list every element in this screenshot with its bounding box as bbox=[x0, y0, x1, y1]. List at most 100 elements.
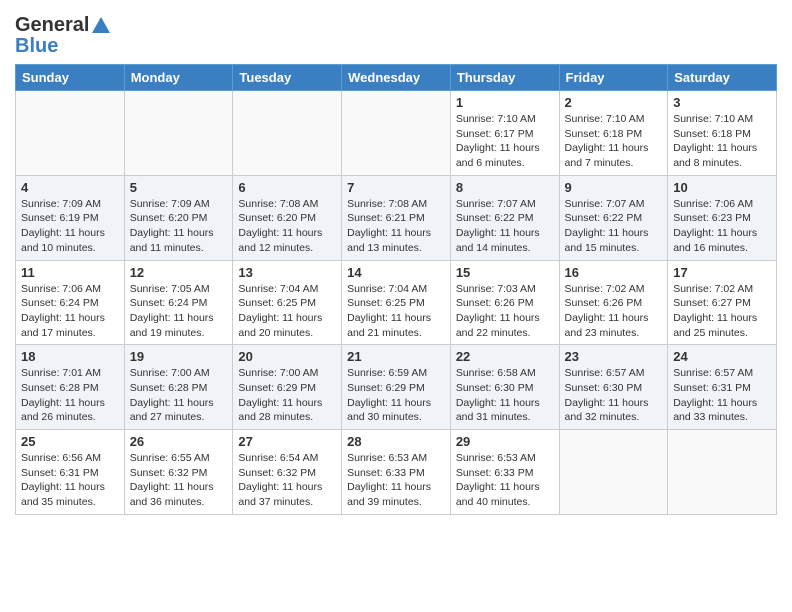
calendar-table: SundayMondayTuesdayWednesdayThursdayFrid… bbox=[15, 64, 777, 515]
day-cell: 16 Sunrise: 7:02 AM Sunset: 6:26 PM Dayli… bbox=[559, 260, 668, 345]
day-info: Sunrise: 6:56 AM Sunset: 6:31 PM Dayligh… bbox=[21, 451, 119, 510]
day-cell bbox=[342, 91, 451, 176]
day-cell: 3Sunrise: 7:10 AM Sunset: 6:18 PM Daylig… bbox=[668, 91, 777, 176]
day-cell bbox=[668, 430, 777, 515]
day-info: Sunrise: 6:53 AM Sunset: 6:33 PM Dayligh… bbox=[456, 451, 554, 510]
day-info: Sunrise: 7:00 AM Sunset: 6:28 PM Dayligh… bbox=[130, 366, 228, 425]
day-info: Sunrise: 7:02 AM Sunset: 6:26 PM Dayligh… bbox=[565, 282, 663, 341]
day-number: 21 bbox=[347, 349, 445, 364]
day-number: 28 bbox=[347, 434, 445, 449]
day-cell bbox=[559, 430, 668, 515]
day-cell: 17 Sunrise: 7:02 AM Sunset: 6:27 PM Dayli… bbox=[668, 260, 777, 345]
day-number: 5 bbox=[130, 180, 228, 195]
day-number: 17 bbox=[673, 265, 771, 280]
day-number: 12 bbox=[130, 265, 228, 280]
day-info: Sunrise: 6:54 AM Sunset: 6:32 PM Dayligh… bbox=[238, 451, 336, 510]
day-cell: 20 Sunrise: 7:00 AM Sunset: 6:29 PM Dayli… bbox=[233, 345, 342, 430]
day-info: Sunrise: 7:02 AM Sunset: 6:27 PM Dayligh… bbox=[673, 282, 771, 341]
day-info: Sunrise: 7:05 AM Sunset: 6:24 PM Dayligh… bbox=[130, 282, 228, 341]
day-info: Sunrise: 7:08 AM Sunset: 6:21 PM Dayligh… bbox=[347, 197, 445, 256]
day-number: 15 bbox=[456, 265, 554, 280]
week-row-5: 25 Sunrise: 6:56 AM Sunset: 6:31 PM Dayli… bbox=[16, 430, 777, 515]
day-cell: 15 Sunrise: 7:03 AM Sunset: 6:26 PM Dayli… bbox=[450, 260, 559, 345]
day-cell: 2 Sunrise: 7:10 AM Sunset: 6:18 PM Daylig… bbox=[559, 91, 668, 176]
day-number: 2 bbox=[565, 95, 663, 110]
day-number: 14 bbox=[347, 265, 445, 280]
weekday-header-friday: Friday bbox=[559, 65, 668, 91]
logo-text: General bbox=[15, 14, 112, 37]
logo-content: General Blue bbox=[15, 14, 112, 58]
day-cell: 12 Sunrise: 7:05 AM Sunset: 6:24 PM Dayli… bbox=[124, 260, 233, 345]
day-number: 20 bbox=[238, 349, 336, 364]
day-cell: 21Sunrise: 6:59 AM Sunset: 6:29 PM Dayli… bbox=[342, 345, 451, 430]
day-cell: 26 Sunrise: 6:55 AM Sunset: 6:32 PM Dayli… bbox=[124, 430, 233, 515]
day-info: Sunrise: 7:07 AM Sunset: 6:22 PM Dayligh… bbox=[456, 197, 554, 256]
day-number: 24 bbox=[673, 349, 771, 364]
day-cell: 22Sunrise: 6:58 AM Sunset: 6:30 PM Dayli… bbox=[450, 345, 559, 430]
day-info: Sunrise: 7:00 AM Sunset: 6:29 PM Dayligh… bbox=[238, 366, 336, 425]
day-number: 26 bbox=[130, 434, 228, 449]
day-info: Sunrise: 7:06 AM Sunset: 6:24 PM Dayligh… bbox=[21, 282, 119, 341]
day-number: 19 bbox=[130, 349, 228, 364]
week-row-2: 4 Sunrise: 7:09 AM Sunset: 6:19 PM Daylig… bbox=[16, 175, 777, 260]
week-row-3: 11 Sunrise: 7:06 AM Sunset: 6:24 PM Dayli… bbox=[16, 260, 777, 345]
day-cell: 25 Sunrise: 6:56 AM Sunset: 6:31 PM Dayli… bbox=[16, 430, 125, 515]
day-cell: 6 Sunrise: 7:08 AM Sunset: 6:20 PM Daylig… bbox=[233, 175, 342, 260]
day-cell: 23 Sunrise: 6:57 AM Sunset: 6:30 PM Dayli… bbox=[559, 345, 668, 430]
day-cell: 18Sunrise: 7:01 AM Sunset: 6:28 PM Dayli… bbox=[16, 345, 125, 430]
page-container: General Blue SundayMondayTuesdayWednesda… bbox=[0, 0, 792, 525]
day-cell: 9 Sunrise: 7:07 AM Sunset: 6:22 PM Daylig… bbox=[559, 175, 668, 260]
day-cell: 10Sunrise: 7:06 AM Sunset: 6:23 PM Dayli… bbox=[668, 175, 777, 260]
day-info: Sunrise: 7:04 AM Sunset: 6:25 PM Dayligh… bbox=[238, 282, 336, 341]
day-number: 1 bbox=[456, 95, 554, 110]
day-cell bbox=[233, 91, 342, 176]
day-number: 9 bbox=[565, 180, 663, 195]
day-info: Sunrise: 7:07 AM Sunset: 6:22 PM Dayligh… bbox=[565, 197, 663, 256]
weekday-header-tuesday: Tuesday bbox=[233, 65, 342, 91]
day-cell: 8 Sunrise: 7:07 AM Sunset: 6:22 PM Daylig… bbox=[450, 175, 559, 260]
day-cell: 24 Sunrise: 6:57 AM Sunset: 6:31 PM Dayli… bbox=[668, 345, 777, 430]
day-info: Sunrise: 7:03 AM Sunset: 6:26 PM Dayligh… bbox=[456, 282, 554, 341]
logo: General Blue bbox=[15, 14, 112, 58]
day-number: 4 bbox=[21, 180, 119, 195]
day-info: Sunrise: 7:01 AM Sunset: 6:28 PM Dayligh… bbox=[21, 366, 119, 425]
day-info: Sunrise: 7:09 AM Sunset: 6:19 PM Dayligh… bbox=[21, 197, 119, 256]
week-row-1: 1 Sunrise: 7:10 AM Sunset: 6:17 PM Daylig… bbox=[16, 91, 777, 176]
day-number: 23 bbox=[565, 349, 663, 364]
day-cell: 7 Sunrise: 7:08 AM Sunset: 6:21 PM Daylig… bbox=[342, 175, 451, 260]
day-info: Sunrise: 6:55 AM Sunset: 6:32 PM Dayligh… bbox=[130, 451, 228, 510]
day-cell: 27 Sunrise: 6:54 AM Sunset: 6:32 PM Dayli… bbox=[233, 430, 342, 515]
day-cell bbox=[16, 91, 125, 176]
day-number: 6 bbox=[238, 180, 336, 195]
day-info: Sunrise: 7:10 AM Sunset: 6:18 PM Dayligh… bbox=[673, 112, 771, 171]
week-row-4: 18Sunrise: 7:01 AM Sunset: 6:28 PM Dayli… bbox=[16, 345, 777, 430]
day-info: Sunrise: 6:53 AM Sunset: 6:33 PM Dayligh… bbox=[347, 451, 445, 510]
day-info: Sunrise: 7:10 AM Sunset: 6:17 PM Dayligh… bbox=[456, 112, 554, 171]
header: General Blue bbox=[15, 10, 777, 58]
weekday-header-monday: Monday bbox=[124, 65, 233, 91]
day-cell: 13 Sunrise: 7:04 AM Sunset: 6:25 PM Dayli… bbox=[233, 260, 342, 345]
day-number: 13 bbox=[238, 265, 336, 280]
day-number: 8 bbox=[456, 180, 554, 195]
weekday-header-row: SundayMondayTuesdayWednesdayThursdayFrid… bbox=[16, 65, 777, 91]
day-number: 11 bbox=[21, 265, 119, 280]
day-number: 27 bbox=[238, 434, 336, 449]
day-info: Sunrise: 7:08 AM Sunset: 6:20 PM Dayligh… bbox=[238, 197, 336, 256]
weekday-header-wednesday: Wednesday bbox=[342, 65, 451, 91]
day-cell: 5Sunrise: 7:09 AM Sunset: 6:20 PM Daylig… bbox=[124, 175, 233, 260]
day-info: Sunrise: 6:57 AM Sunset: 6:31 PM Dayligh… bbox=[673, 366, 771, 425]
day-cell bbox=[124, 91, 233, 176]
day-cell: 19 Sunrise: 7:00 AM Sunset: 6:28 PM Dayli… bbox=[124, 345, 233, 430]
day-cell: 1 Sunrise: 7:10 AM Sunset: 6:17 PM Daylig… bbox=[450, 91, 559, 176]
day-cell: 11 Sunrise: 7:06 AM Sunset: 6:24 PM Dayli… bbox=[16, 260, 125, 345]
day-cell: 28 Sunrise: 6:53 AM Sunset: 6:33 PM Dayli… bbox=[342, 430, 451, 515]
day-number: 7 bbox=[347, 180, 445, 195]
day-info: Sunrise: 7:10 AM Sunset: 6:18 PM Dayligh… bbox=[565, 112, 663, 171]
day-info: Sunrise: 6:57 AM Sunset: 6:30 PM Dayligh… bbox=[565, 366, 663, 425]
weekday-header-saturday: Saturday bbox=[668, 65, 777, 91]
day-number: 16 bbox=[565, 265, 663, 280]
day-cell: 4 Sunrise: 7:09 AM Sunset: 6:19 PM Daylig… bbox=[16, 175, 125, 260]
logo-blue: Blue bbox=[15, 35, 112, 58]
day-number: 25 bbox=[21, 434, 119, 449]
day-cell: 14Sunrise: 7:04 AM Sunset: 6:25 PM Dayli… bbox=[342, 260, 451, 345]
